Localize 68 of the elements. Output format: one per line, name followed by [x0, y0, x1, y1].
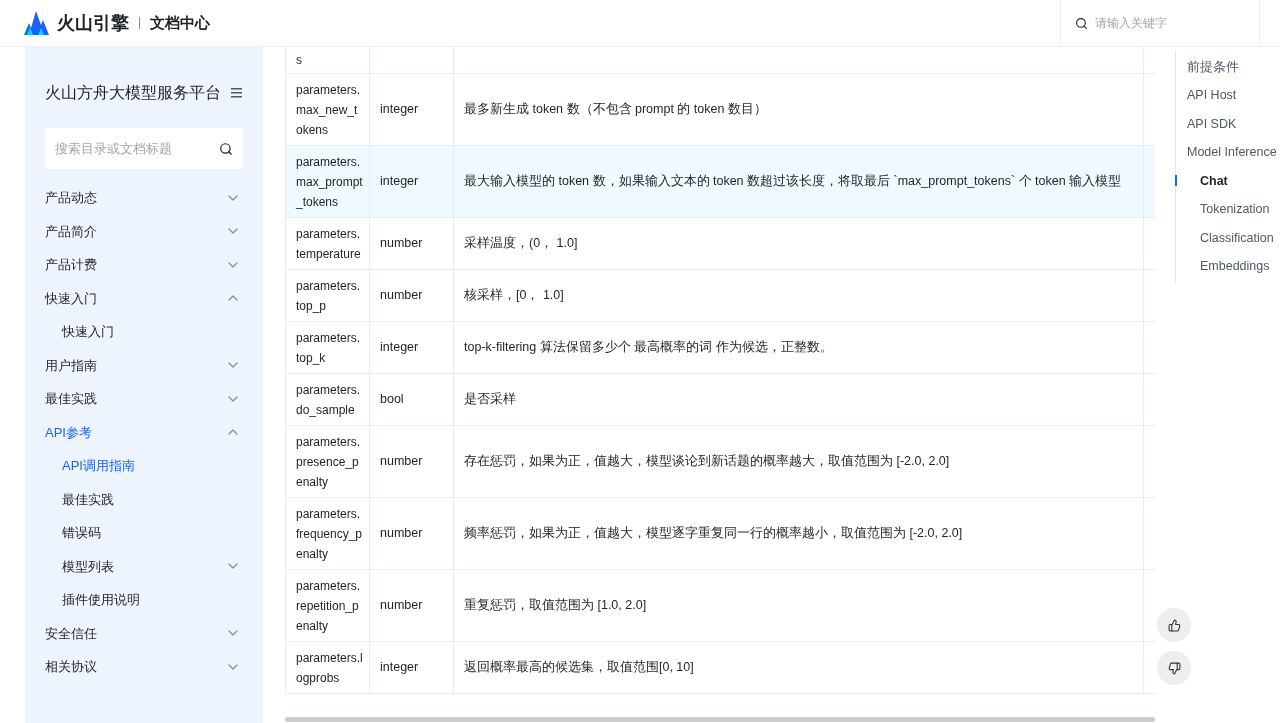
thumbs-up-button[interactable]: [1157, 608, 1191, 642]
menu-icon[interactable]: [231, 88, 243, 98]
nav-item[interactable]: 产品动态: [25, 181, 263, 215]
table-cell-text: 核采样，[0， 1.0]: [464, 287, 564, 305]
logo-icon[interactable]: [24, 11, 49, 35]
toc-item[interactable]: API Host: [1176, 81, 1277, 110]
table-cell: parameters.max_new_tokens: [296, 82, 361, 137]
nav-subitem[interactable]: 插件使用说明: [25, 583, 263, 617]
nav-item[interactable]: 最佳实践: [25, 382, 263, 416]
nav-item[interactable]: 相关协议: [25, 650, 263, 684]
search-icon[interactable]: [1075, 16, 1088, 30]
nav-subitem[interactable]: API调用指南: [25, 449, 263, 483]
toc-item[interactable]: 前提条件: [1176, 53, 1277, 82]
table-cell-text: number: [380, 453, 423, 471]
search-icon[interactable]: [219, 142, 233, 156]
nav-subitem[interactable]: 模型列表: [25, 549, 263, 583]
table-cell-text: number: [380, 287, 423, 305]
table-cell: parameters.top_p: [296, 278, 361, 313]
table-cell-text: top-k-filtering 算法保留多少个 最高概率的词 作为候选，正整数。: [464, 339, 833, 357]
table-cell-text: integer: [380, 339, 419, 357]
toc-item[interactable]: Tokenization: [1176, 195, 1277, 224]
thumbs-down-icon: [1167, 661, 1181, 675]
toc-item[interactable]: Model Inference: [1176, 138, 1277, 167]
table-cell: parameters.top_k: [296, 330, 361, 365]
nav-item[interactable]: 产品简介: [25, 214, 263, 248]
table-cell-text: integer: [380, 173, 419, 191]
toc-item[interactable]: Embeddings: [1176, 252, 1277, 281]
table-cell: parameters.repetition_penalty: [296, 578, 361, 633]
nav-item[interactable]: API参考: [25, 415, 263, 449]
table-cell: s: [296, 53, 302, 67]
toc-item[interactable]: Classification: [1176, 224, 1277, 253]
nav-item[interactable]: 用户指南: [25, 348, 263, 382]
table-cell-text: bool: [380, 391, 404, 409]
table-cell-text: 频率惩罚，如果为正，值越大，模型逐字重复同一行的概率越小，取值范围为 [-2.0, 2.0]: [464, 525, 963, 543]
toc-item[interactable]: Chat: [1176, 167, 1277, 196]
thumbs-down-button[interactable]: [1157, 651, 1191, 685]
table-cell-text: number: [380, 235, 423, 253]
table-cell: parameters.max_prompt_tokens: [296, 154, 363, 209]
nav-item[interactable]: 产品计费: [25, 248, 263, 282]
table-cell-text: 最多新生成 token 数（不包含 prompt 的 token 数目）: [464, 101, 767, 119]
section-title[interactable]: 文档中心: [150, 11, 210, 35]
table-cell-text: 是否采样: [464, 391, 516, 409]
table-cell-text: integer: [380, 659, 419, 677]
table-cell-text: 采样温度，(0， 1.0]: [464, 235, 578, 253]
sidebar-title: 火山方舟大模型服务平台: [45, 83, 221, 103]
header-search-input[interactable]: 请输入关键字: [1095, 14, 1245, 32]
table-cell-text: 返回概率最高的候选集，取值范围[0, 10]: [464, 659, 694, 677]
nav-item[interactable]: 快速入门: [25, 281, 263, 315]
table-cell: parameters.presence_penalty: [296, 434, 361, 489]
table-cell: parameters.do_sample: [296, 382, 361, 417]
table-cell: parameters.logprobs: [296, 650, 363, 685]
brand-name[interactable]: 火山引擎: [57, 9, 129, 37]
table-cell: parameters.temperature: [296, 226, 361, 261]
nav-item[interactable]: 安全信任: [25, 616, 263, 650]
nav-subitem[interactable]: 最佳实践: [25, 482, 263, 516]
table-cell-text: integer: [380, 101, 419, 119]
table-cell-text: 存在惩罚，如果为正，值越大，模型谈论到新话题的概率越大，取值范围为 [-2.0, 2.0]: [464, 453, 950, 471]
table-cell-text: 最大输入模型的 token 数，如果输入文本的 token 数超过该长度，将取最后 `max_prompt_tokens` 个 token 输入模型: [464, 173, 1122, 191]
table-cell-text: number: [380, 597, 423, 615]
nav-subitem[interactable]: 错误码: [25, 516, 263, 550]
nav-subitem[interactable]: 快速入门: [25, 315, 263, 349]
table-cell-text: 重复惩罚，取值范围为 [1.0, 2.0]: [464, 597, 647, 615]
table-cell-text: number: [380, 525, 423, 543]
toc-item[interactable]: API SDK: [1176, 110, 1277, 139]
thumbs-up-icon: [1167, 618, 1181, 632]
table-cell: parameters.frequency_penalty: [296, 506, 363, 561]
search-field[interactable]: 搜索目录或文档标题: [45, 128, 243, 169]
scrollbar[interactable]: [285, 717, 1155, 722]
